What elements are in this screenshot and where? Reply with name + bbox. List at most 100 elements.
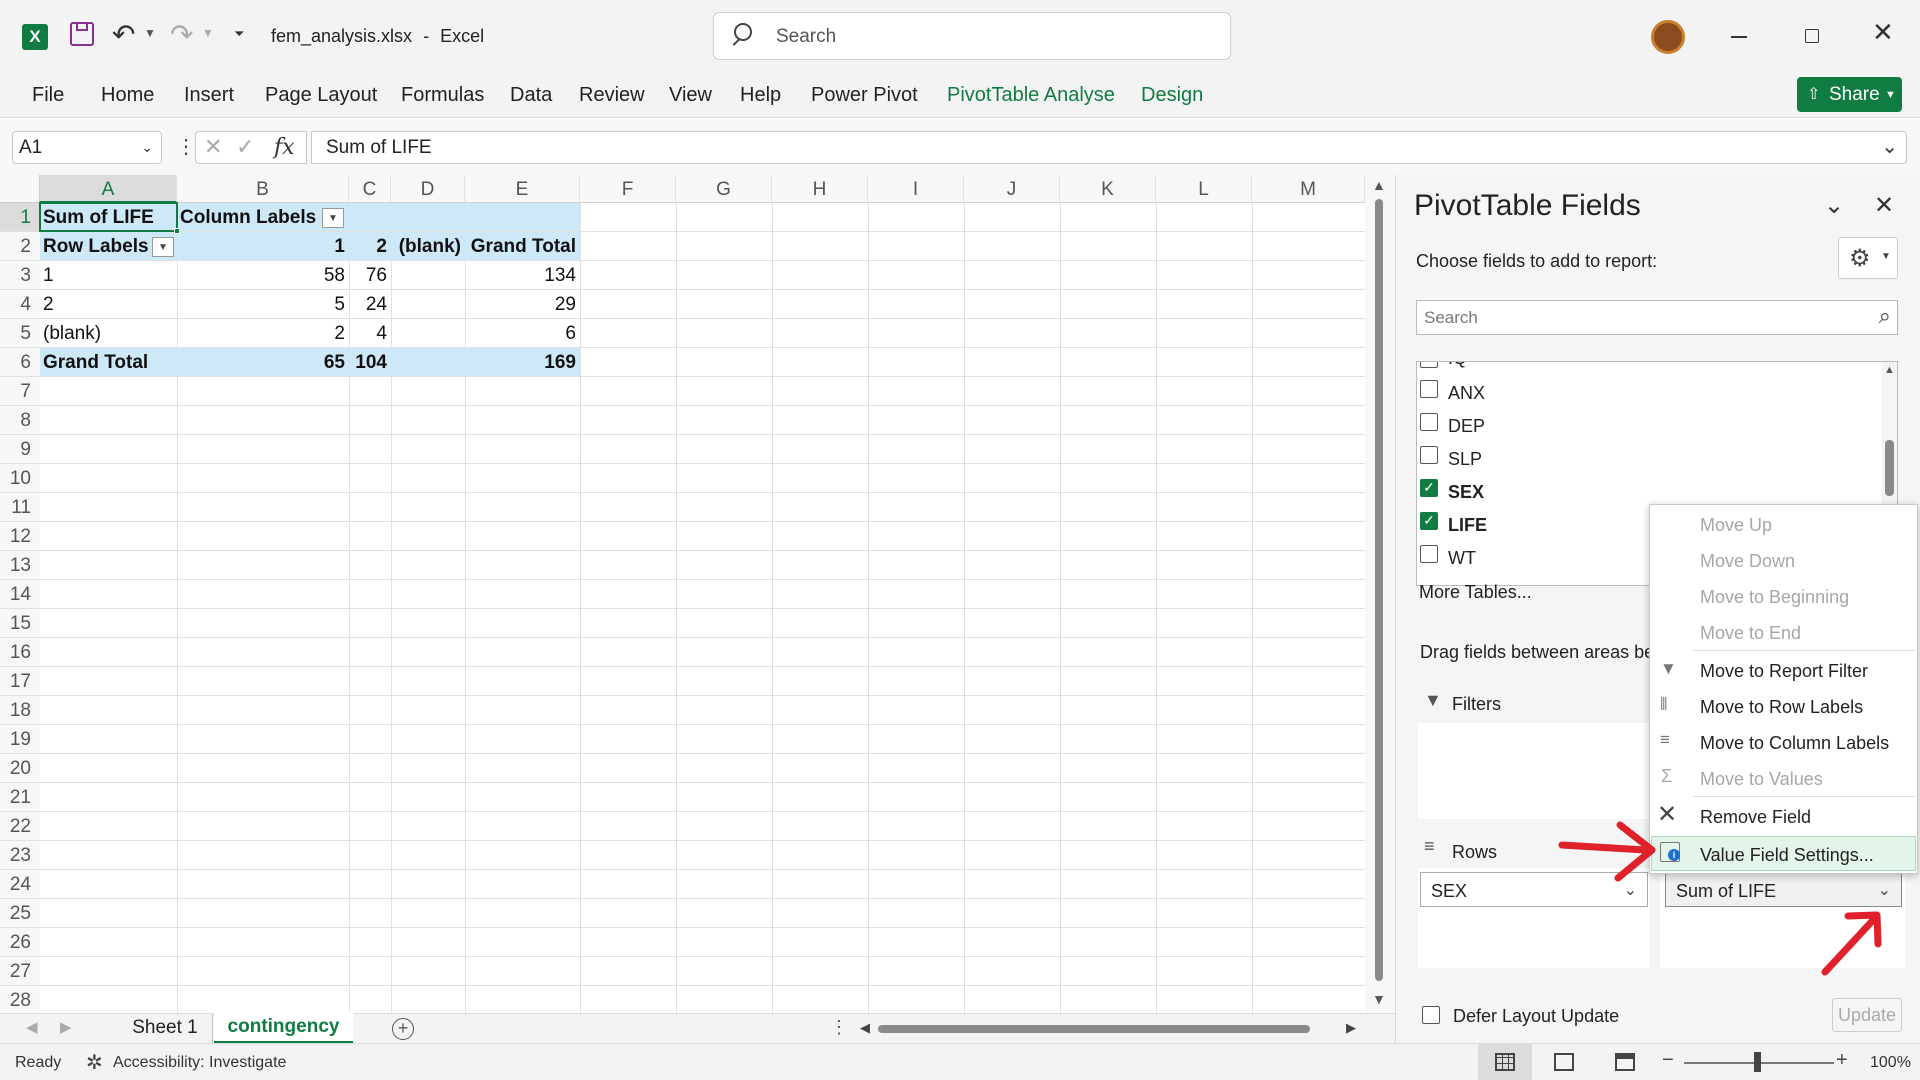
page-layout-view-icon[interactable] [1554,1053,1574,1071]
field-search-input[interactable]: Search ⌕ [1416,300,1898,335]
cell-b5[interactable]: 2 [177,319,345,348]
redo-dropdown-icon[interactable]: ▼ [202,26,214,40]
field-checkbox-checked[interactable]: ✓ [1420,512,1438,530]
select-all-corner[interactable] [0,175,40,203]
row-header-16[interactable]: 16 [0,638,40,667]
col-header-m[interactable]: M [1252,175,1365,203]
cell-d2[interactable]: (blank) [391,232,461,261]
cell-b3[interactable]: 58 [177,261,345,290]
tab-insert[interactable]: Insert [184,84,234,107]
cell-e6[interactable]: 169 [465,348,576,377]
tab-home[interactable]: Home [101,84,154,107]
tab-pivottable-analyse[interactable]: PivotTable Analyse [947,84,1115,107]
field-item-slp[interactable]: SLP [1416,446,1616,472]
row-header-17[interactable]: 17 [0,667,40,696]
vertical-scrollbar[interactable]: ▲ ▼ [1365,175,1395,1013]
scroll-left-icon[interactable]: ◀ [860,1020,870,1036]
tools-button[interactable]: ⚙ ▼ [1838,237,1898,279]
col-header-j[interactable]: J [964,175,1060,203]
cancel-icon[interactable]: ✕ [204,134,222,160]
cell-c2[interactable]: 2 [349,232,387,261]
more-icon[interactable]: ⋮ [176,134,196,159]
row-header-11[interactable]: 11 [0,493,40,522]
row-header-27[interactable]: 27 [0,957,40,986]
field-checkbox[interactable] [1420,362,1438,368]
zoom-level[interactable]: 100% [1870,1054,1911,1072]
row-header-28[interactable]: 28 [0,986,40,1015]
col-header-k[interactable]: K [1060,175,1156,203]
row-header-22[interactable]: 22 [0,812,40,841]
enter-icon[interactable]: ✓ [236,134,254,160]
page-break-view-icon[interactable] [1615,1053,1635,1071]
row-header-9[interactable]: 9 [0,435,40,464]
cell-c3[interactable]: 76 [349,261,387,290]
cell-a5[interactable]: (blank) [43,319,101,348]
menu-move-up[interactable]: Move Up [1700,515,1772,536]
accessibility-status[interactable]: Accessibility: Investigate [113,1054,286,1072]
row-header-8[interactable]: 8 [0,406,40,435]
accessibility-icon[interactable]: ✲ [86,1050,103,1075]
save-icon[interactable] [70,22,94,46]
row-labels-filter-button[interactable]: ▼ [152,237,174,257]
cell-e4[interactable]: 29 [465,290,576,319]
row-header-15[interactable]: 15 [0,609,40,638]
close-icon[interactable]: ✕ [1872,17,1894,48]
undo-dropdown-icon[interactable]: ▼ [144,26,156,40]
pane-close-icon[interactable]: ✕ [1874,191,1894,220]
formula-input[interactable]: Sum of LIFE ⌄ [311,131,1907,164]
zoom-slider-thumb[interactable] [1754,1052,1761,1072]
tab-power-pivot[interactable]: Power Pivot [811,84,918,107]
field-item-sex[interactable]: ✓ SEX [1416,479,1616,505]
cell-e2[interactable]: Grand Total [465,232,576,261]
zoom-in-icon[interactable]: + [1836,1049,1848,1072]
pane-collapse-icon[interactable]: ⌄ [1824,191,1844,220]
field-item-dep[interactable]: DEP [1416,413,1616,439]
column-labels-filter-button[interactable]: ▼ [322,208,344,228]
row-header-19[interactable]: 19 [0,725,40,754]
row-header-24[interactable]: 24 [0,870,40,899]
row-header-4[interactable]: 4 [0,290,40,319]
name-box[interactable]: A1 ⌄ [12,131,162,164]
cell-a1[interactable]: Sum of LIFE [43,203,154,232]
cell-a4[interactable]: 2 [43,290,54,319]
field-item-wt[interactable]: WT [1416,545,1616,571]
col-header-l[interactable]: L [1156,175,1252,203]
tab-data[interactable]: Data [510,84,552,107]
menu-move-to-values[interactable]: Move to Values [1700,769,1823,790]
row-header-23[interactable]: 23 [0,841,40,870]
menu-move-to-beginning[interactable]: Move to Beginning [1700,587,1849,608]
field-checkbox[interactable] [1420,545,1438,563]
cell-a2[interactable]: Row Labels [43,232,149,261]
col-header-i[interactable]: I [868,175,964,203]
col-header-d[interactable]: D [391,175,465,203]
cell-c6[interactable]: 104 [349,348,387,377]
field-list-scroll-thumb[interactable] [1885,440,1894,496]
row-header-6[interactable]: 6 [0,348,40,377]
row-header-7[interactable]: 7 [0,377,40,406]
scroll-right-icon[interactable]: ▶ [1346,1020,1356,1036]
tab-help[interactable]: Help [740,84,781,107]
sheet-tab-sheet1[interactable]: Sheet 1 [118,1014,213,1044]
insert-function-icon[interactable]: fx [274,135,295,160]
col-header-h[interactable]: H [772,175,868,203]
scroll-up-icon[interactable]: ▲ [1372,177,1386,193]
col-header-e[interactable]: E [465,175,580,203]
field-checkbox-checked[interactable]: ✓ [1420,479,1438,497]
restore-icon[interactable] [1805,29,1819,43]
cell-e3[interactable]: 134 [465,261,576,290]
prev-sheet-icon[interactable]: ◀ [26,1018,38,1036]
col-header-g[interactable]: G [676,175,772,203]
next-sheet-icon[interactable]: ▶ [60,1018,72,1036]
customize-toolbar-icon[interactable]: ⏷ [234,26,244,42]
undo-icon[interactable]: ↶ [112,18,135,51]
field-item-life[interactable]: ✓ LIFE [1416,512,1616,538]
tab-formulas[interactable]: Formulas [401,84,484,107]
row-header-13[interactable]: 13 [0,551,40,580]
row-header-14[interactable]: 14 [0,580,40,609]
cell-c4[interactable]: 24 [349,290,387,319]
update-button[interactable]: Update [1832,998,1902,1032]
tab-view[interactable]: View [669,84,712,107]
scroll-down-icon[interactable]: ▼ [1372,991,1386,1007]
cell-b4[interactable]: 5 [177,290,345,319]
menu-move-down[interactable]: Move Down [1700,551,1795,572]
